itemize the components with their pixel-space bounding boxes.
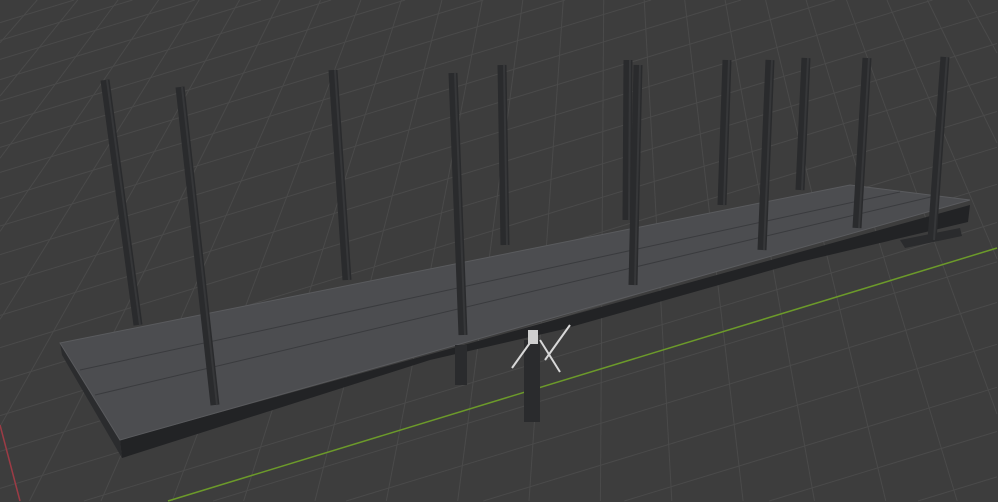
stake-post-highlight: [628, 59, 631, 221]
grid-line: [0, 0, 406, 125]
stake-post-highlight: [106, 79, 141, 326]
viewport-canvas[interactable]: [0, 0, 998, 502]
3d-viewport[interactable]: [0, 0, 998, 502]
x-axis-line: [0, 424, 21, 502]
grid-line: [243, 0, 402, 502]
stake-post: [100, 79, 143, 326]
grid-line: [0, 0, 332, 102]
grid-line: [0, 0, 79, 97]
flatbed-trailer[interactable]: [59, 56, 971, 458]
grid-line: [917, 476, 998, 502]
grid-line: [0, 0, 262, 81]
grid-line: [0, 0, 75, 24]
stake-post: [622, 59, 633, 221]
grid-line: [624, 386, 998, 502]
grid-line: [0, 0, 200, 320]
grid-line: [967, 0, 998, 54]
stake-post: [328, 69, 352, 281]
